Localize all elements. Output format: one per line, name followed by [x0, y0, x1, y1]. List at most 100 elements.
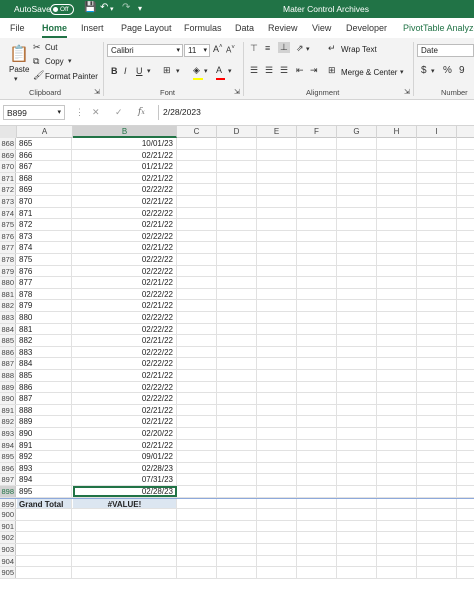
empty-cell[interactable] [297, 509, 337, 520]
cell-a[interactable]: 878 [17, 288, 72, 300]
empty-cell[interactable] [297, 312, 337, 323]
cell-b[interactable]: 09/01/22 [73, 451, 177, 462]
tab-home[interactable]: Home [42, 23, 68, 38]
empty-cell[interactable] [217, 254, 257, 265]
format-painter-icon[interactable]: 🖌 [33, 70, 44, 81]
paste-icon[interactable]: 📋 [9, 44, 29, 64]
cell-a[interactable]: 876 [17, 265, 72, 277]
enter-icon[interactable]: ✓ [115, 107, 123, 118]
empty-cell[interactable] [297, 277, 337, 288]
paste-button[interactable]: Paste [9, 65, 29, 74]
empty-cell[interactable] [177, 544, 217, 555]
empty-cell[interactable] [257, 254, 297, 265]
empty-cell[interactable] [297, 532, 337, 543]
empty-cell[interactable] [417, 520, 457, 532]
empty-cell[interactable] [337, 462, 377, 474]
formula-input[interactable]: 2/28/2023 [158, 105, 474, 120]
empty-cell[interactable] [217, 486, 257, 497]
empty-cell[interactable] [177, 498, 217, 509]
row-header[interactable]: 903 [0, 544, 16, 555]
empty-cell[interactable] [377, 161, 417, 172]
column-header-f[interactable]: F [297, 126, 337, 138]
cell-a[interactable]: 887 [17, 393, 72, 404]
empty-cell[interactable] [217, 346, 257, 358]
cell-b[interactable]: 02/22/22 [73, 312, 177, 323]
empty-cell[interactable] [337, 451, 377, 462]
empty-cell[interactable] [177, 370, 217, 381]
cell-a[interactable] [17, 520, 72, 532]
empty-cell[interactable] [377, 486, 417, 497]
empty-cell[interactable] [257, 265, 297, 277]
cell-b[interactable]: 10/01/23 [73, 138, 177, 149]
empty-cell[interactable] [417, 404, 457, 416]
empty-cell[interactable] [297, 498, 337, 509]
row-header[interactable]: 886 [0, 346, 16, 358]
row-header[interactable]: 873 [0, 196, 16, 207]
empty-cell[interactable] [337, 544, 377, 555]
empty-cell[interactable] [337, 242, 377, 253]
empty-cell[interactable] [177, 346, 217, 358]
empty-cell[interactable] [337, 509, 377, 520]
empty-cell[interactable] [377, 509, 417, 520]
empty-cell[interactable] [297, 323, 337, 335]
align-center-icon[interactable]: ☰ [265, 65, 273, 76]
cell-b[interactable]: #VALUE! [73, 498, 177, 509]
cut-button[interactable]: Cut [45, 43, 57, 52]
empty-cell[interactable] [257, 451, 297, 462]
cell-a[interactable]: 885 [17, 370, 72, 381]
empty-cell[interactable] [217, 196, 257, 207]
empty-cell[interactable] [337, 358, 377, 369]
row-header[interactable]: 898 [0, 486, 16, 497]
empty-cell[interactable] [297, 474, 337, 485]
empty-cell[interactable] [257, 312, 297, 323]
empty-cell[interactable] [377, 532, 417, 543]
row-header[interactable]: 876 [0, 230, 16, 242]
empty-cell[interactable] [417, 381, 457, 393]
align-top-icon[interactable]: ⊤ [250, 43, 258, 54]
empty-cell[interactable] [257, 439, 297, 451]
undo-dropdown-icon[interactable]: ▾ [110, 5, 114, 13]
empty-cell[interactable] [257, 532, 297, 543]
empty-cell[interactable] [417, 277, 457, 288]
empty-cell[interactable] [337, 532, 377, 543]
empty-cell[interactable] [257, 172, 297, 184]
empty-cell[interactable] [177, 312, 217, 323]
empty-cell[interactable] [337, 172, 377, 184]
orientation-icon[interactable]: ⇗ [296, 43, 304, 54]
empty-cell[interactable] [417, 393, 457, 404]
empty-cell[interactable] [337, 149, 377, 161]
empty-cell[interactable] [417, 184, 457, 195]
empty-cell[interactable] [377, 254, 417, 265]
empty-cell[interactable] [177, 486, 217, 497]
empty-cell[interactable] [217, 312, 257, 323]
empty-cell[interactable] [257, 230, 297, 242]
empty-cell[interactable] [417, 346, 457, 358]
column-header-g[interactable]: G [337, 126, 377, 138]
empty-cell[interactable] [177, 393, 217, 404]
empty-cell[interactable] [177, 242, 217, 253]
row-header[interactable]: 885 [0, 335, 16, 346]
empty-cell[interactable] [377, 312, 417, 323]
row-header[interactable]: 874 [0, 207, 16, 219]
empty-cell[interactable] [217, 451, 257, 462]
empty-cell[interactable] [297, 462, 337, 474]
empty-cell[interactable] [377, 520, 417, 532]
empty-cell[interactable] [297, 416, 337, 427]
empty-cell[interactable] [337, 323, 377, 335]
empty-cell[interactable] [377, 555, 417, 567]
empty-cell[interactable] [217, 149, 257, 161]
row-header[interactable]: 887 [0, 358, 16, 369]
empty-cell[interactable] [217, 567, 257, 578]
empty-cell[interactable] [417, 323, 457, 335]
empty-cell[interactable] [337, 184, 377, 195]
empty-cell[interactable] [257, 555, 297, 567]
empty-cell[interactable] [297, 486, 337, 497]
empty-cell[interactable] [257, 161, 297, 172]
empty-cell[interactable] [337, 230, 377, 242]
empty-cell[interactable] [257, 277, 297, 288]
cell-b[interactable]: 02/21/22 [73, 277, 177, 288]
empty-cell[interactable] [377, 184, 417, 195]
column-header-d[interactable]: D [217, 126, 257, 138]
empty-cell[interactable] [377, 346, 417, 358]
number-format-select[interactable]: Date [417, 44, 474, 57]
